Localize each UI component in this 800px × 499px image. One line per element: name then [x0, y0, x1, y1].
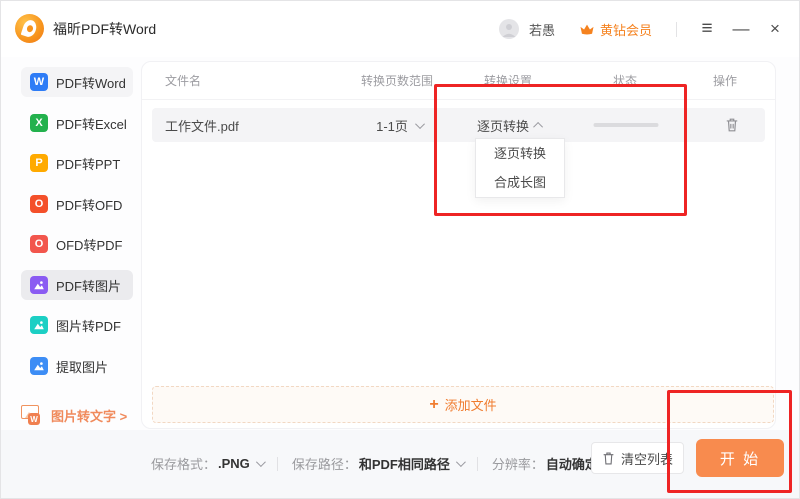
word-icon: W — [30, 73, 48, 91]
chevron-down-icon — [256, 457, 266, 467]
sidebar-item-image-to-text[interactable]: W 图片转文字 > — [21, 398, 139, 432]
status-cell — [594, 108, 659, 142]
save-format-select[interactable]: 保存格式： .PNG — [151, 454, 263, 473]
output-options: 保存格式： .PNG 保存路径： 和PDF相同路径 分辨率： 自动确定 — [151, 454, 611, 473]
ofd-icon: O — [30, 195, 48, 213]
chevron-down-icon — [415, 119, 425, 129]
footer-bar: 保存格式： .PNG 保存路径： 和PDF相同路径 分辨率： 自动确定 清空列表 — [1, 430, 799, 498]
header-conversion-setting: 转换设置 — [484, 62, 532, 100]
sidebar: W PDF转Word X PDF转Excel P PDF转PPT O PDF转O… — [1, 57, 141, 430]
membership-badge[interactable]: 黄钻会员 — [579, 20, 652, 39]
delete-file-button[interactable] — [725, 108, 739, 142]
clear-list-button[interactable]: 清空列表 — [591, 442, 684, 474]
image-icon — [30, 276, 48, 294]
sidebar-item-pdf-to-word[interactable]: W PDF转Word — [21, 67, 133, 97]
person-icon — [501, 22, 517, 38]
excel-icon: X — [30, 114, 48, 132]
ppt-icon: P — [30, 154, 48, 172]
minimize-icon[interactable]: — — [729, 17, 753, 41]
conversion-setting-dropdown: 逐页转换 合成长图 — [475, 138, 565, 198]
start-button[interactable]: 开 始 — [696, 439, 784, 477]
page-range-select[interactable]: 1-1页 — [376, 108, 422, 142]
menu-icon[interactable]: ≡ — [695, 17, 719, 41]
app-logo-icon — [15, 14, 44, 43]
username-text: 若愚 — [529, 20, 555, 39]
ocr-icon: W — [21, 405, 43, 425]
app-window: 福昕PDF转Word 若愚 黄钻会员 ≡ — × W — [0, 0, 800, 499]
plus-icon: + — [429, 396, 438, 414]
crown-icon — [579, 23, 595, 36]
table-header: 文件名 转换页数范围 转换设置 状态 操作 — [142, 62, 775, 100]
chevron-down-icon — [456, 457, 466, 467]
trash-icon — [602, 451, 615, 466]
dropdown-option-per-page[interactable]: 逐页转换 — [476, 139, 564, 168]
logo-swirl-shape — [21, 18, 39, 38]
sidebar-item-pdf-to-ppt[interactable]: P PDF转PPT — [21, 148, 133, 178]
app-title: 福昕PDF转Word — [53, 1, 156, 57]
extract-image-icon — [30, 357, 48, 375]
sidebar-item-pdf-to-ofd[interactable]: O PDF转OFD — [21, 189, 133, 219]
sidebar-item-pdf-to-image[interactable]: PDF转图片 — [21, 270, 133, 300]
add-file-button[interactable]: + 添加文件 — [152, 386, 774, 423]
header-filename: 文件名 — [165, 62, 201, 100]
membership-label: 黄钻会员 — [600, 20, 652, 39]
header-status: 状态 — [613, 62, 637, 100]
chevron-up-icon — [533, 121, 543, 131]
sidebar-item-image-to-pdf[interactable]: 图片转PDF — [21, 310, 133, 340]
file-name: 工作文件.pdf — [165, 108, 239, 142]
titlebar-right-controls: 若愚 黄钻会员 ≡ — × — [499, 1, 787, 57]
header-action: 操作 — [713, 62, 737, 100]
options-divider — [477, 457, 478, 471]
header-page-range: 转换页数范围 — [361, 62, 433, 100]
sidebar-item-extract-images[interactable]: 提取图片 — [21, 351, 133, 381]
close-icon[interactable]: × — [763, 17, 787, 41]
ofd-to-pdf-icon: O — [30, 235, 48, 253]
file-list-panel: 文件名 转换页数范围 转换设置 状态 操作 工作文件.pdf 1-1页 逐页转换 — [141, 61, 776, 429]
save-path-select[interactable]: 保存路径： 和PDF相同路径 — [292, 454, 463, 473]
sidebar-item-ofd-to-pdf[interactable]: O OFD转PDF — [21, 229, 133, 259]
conversion-setting-select[interactable]: 逐页转换 — [477, 108, 543, 142]
user-avatar[interactable] — [499, 19, 519, 39]
titlebar-divider — [676, 22, 677, 37]
dropdown-option-long-image[interactable]: 合成长图 — [476, 168, 564, 197]
image-to-pdf-icon — [30, 316, 48, 334]
progress-bar — [594, 123, 659, 127]
trash-icon — [725, 117, 739, 133]
title-bar: 福昕PDF转Word 若愚 黄钻会员 ≡ — × — [1, 1, 799, 57]
options-divider — [277, 457, 278, 471]
table-row: 工作文件.pdf 1-1页 逐页转换 — [152, 108, 765, 142]
sidebar-item-pdf-to-excel[interactable]: X PDF转Excel — [21, 108, 133, 138]
